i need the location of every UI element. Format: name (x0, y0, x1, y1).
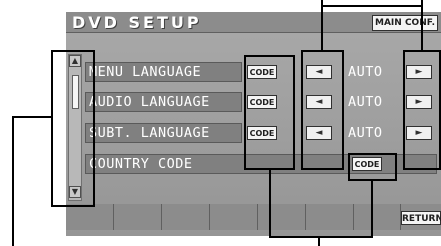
right-arrow-highlight-box (403, 50, 441, 170)
main-conf-button[interactable]: MAIN CONF. (372, 15, 438, 31)
callout-line-bottom-stub (318, 236, 320, 246)
callout-line-bottom-right (371, 180, 373, 237)
return-button[interactable]: RETURN (401, 211, 441, 225)
callout-line-top-left (321, 0, 323, 51)
callout-line-bottom-left (269, 169, 271, 237)
country-code-label: COUNTRY CODE (89, 156, 193, 172)
country-code-highlight-box (348, 153, 397, 181)
bottom-segment (306, 204, 354, 230)
bottom-segment (210, 204, 258, 230)
code-column-highlight-box (244, 55, 295, 170)
subtitle-language-value: AUTO (348, 125, 383, 141)
bottom-segment (258, 204, 306, 230)
scroll-highlight-box (51, 50, 95, 207)
menu-language-label: MENU LANGUAGE (89, 64, 202, 80)
bottom-segment (114, 204, 162, 230)
audio-language-label: AUDIO LANGUAGE (89, 94, 210, 110)
audio-language-row[interactable]: AUDIO LANGUAGE (85, 92, 242, 112)
menu-language-value: AUTO (348, 64, 383, 80)
page-title: DVD SETUP (72, 13, 202, 32)
bottom-segment (66, 204, 114, 230)
bottom-segment (354, 204, 401, 230)
menu-language-row[interactable]: MENU LANGUAGE (85, 62, 242, 82)
left-arrow-highlight-box (301, 50, 344, 170)
bottom-bar: RETURN (66, 204, 441, 230)
bottom-segment (162, 204, 210, 230)
subtitle-language-label: SUBT. LANGUAGE (89, 125, 210, 141)
callout-line-left-v (12, 116, 14, 246)
callout-line-top-right (421, 0, 423, 51)
callout-line-top-h (321, 5, 423, 7)
callout-line-left-h (12, 116, 52, 118)
title-bar: DVD SETUP MAIN CONF. (66, 12, 441, 33)
audio-language-value: AUTO (348, 94, 383, 110)
subtitle-language-row[interactable]: SUBT. LANGUAGE (85, 123, 242, 143)
callout-line-bottom-h (269, 236, 373, 238)
